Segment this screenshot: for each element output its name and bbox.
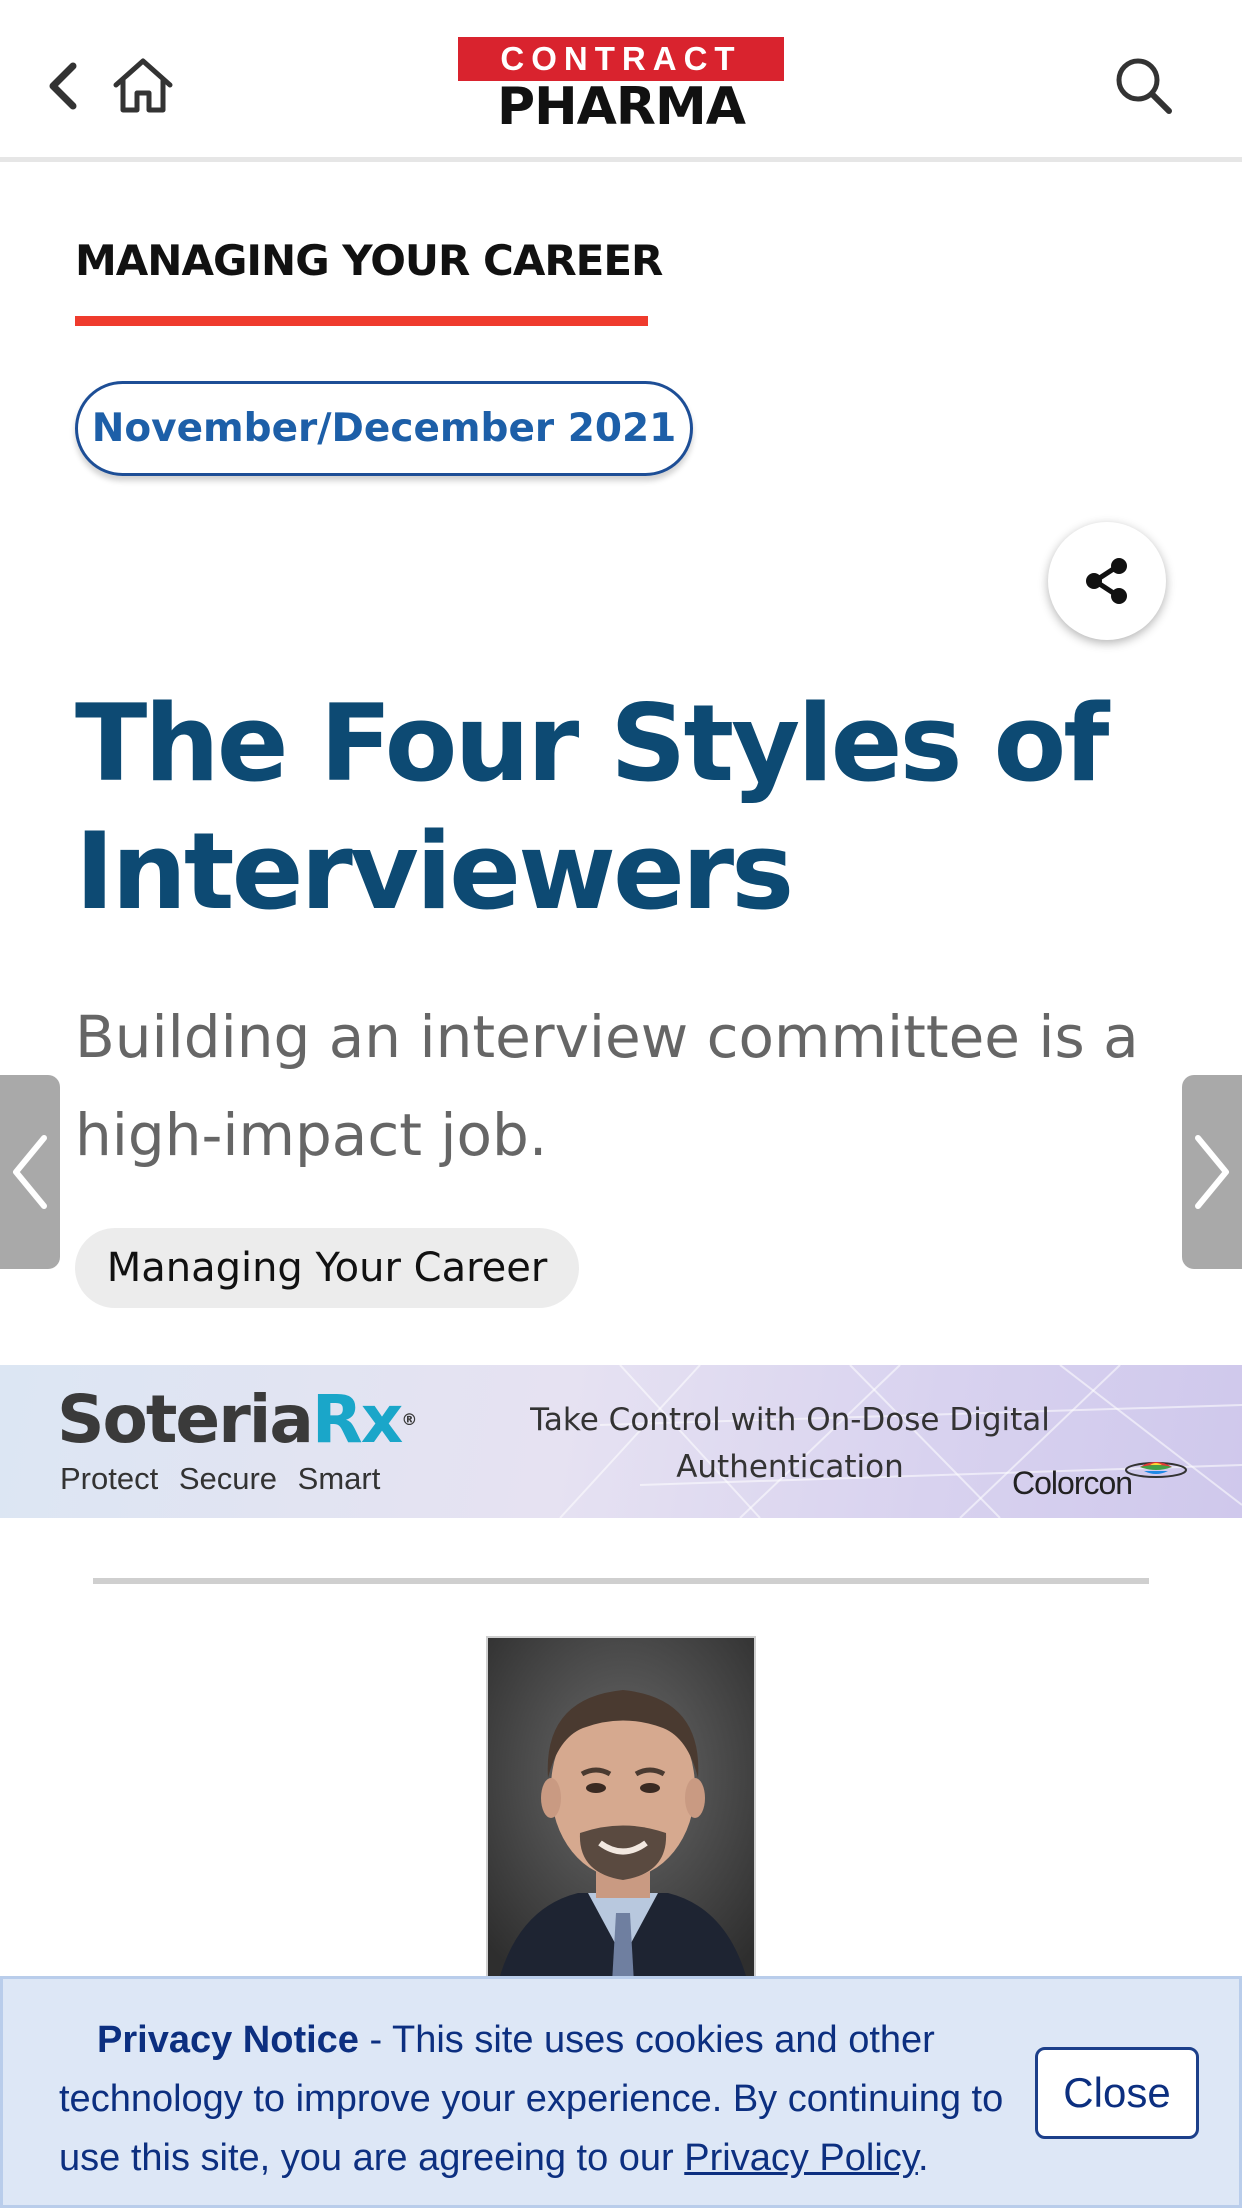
next-article-button[interactable] xyxy=(1182,1075,1242,1269)
chevron-left-icon xyxy=(49,62,77,110)
article-title: The Four Styles of Interviewers xyxy=(75,682,1109,933)
share-icon xyxy=(1086,558,1127,604)
share-button[interactable] xyxy=(1048,522,1166,640)
privacy-label: Privacy Notice xyxy=(97,2019,359,2061)
home-icon xyxy=(113,58,173,113)
back-button[interactable] xyxy=(38,54,88,118)
close-button[interactable]: Close xyxy=(1035,2047,1199,2139)
topic-tag[interactable]: Managing Your Career xyxy=(75,1228,579,1308)
site-logo[interactable]: CONTRACT PHARMA xyxy=(458,37,784,133)
previous-article-button[interactable] xyxy=(0,1075,60,1269)
issue-button[interactable]: November/December 2021 xyxy=(75,381,693,476)
section-underline xyxy=(75,316,648,326)
privacy-text: Privacy Notice - This site uses cookies … xyxy=(59,2019,1004,2179)
logo-top-text: CONTRACT xyxy=(458,37,784,81)
top-header: CONTRACT PHARMA xyxy=(0,0,1242,162)
ad-banner[interactable]: SoteriaRx® Protect Secure Smart Take Con… xyxy=(0,1365,1242,1518)
ad-tagline: Protect Secure Smart xyxy=(60,1461,381,1496)
chevron-left-icon xyxy=(13,1135,47,1209)
ad-headline: Take Control with On-Dose Digital Authen… xyxy=(530,1402,1050,1485)
home-button[interactable] xyxy=(108,50,178,120)
article-subtitle: Building an interview committee is a hig… xyxy=(75,1003,1139,1169)
author-photo xyxy=(486,1636,756,1981)
privacy-policy-link[interactable]: Privacy Policy xyxy=(684,2137,918,2179)
search-button[interactable] xyxy=(1108,50,1178,120)
content-divider xyxy=(93,1578,1149,1584)
colorcon-swirl-icon xyxy=(1125,1462,1187,1478)
ad-brand: SoteriaRx® xyxy=(57,1381,417,1458)
section-label[interactable]: MANAGING YOUR CAREER xyxy=(75,236,663,285)
chevron-right-icon xyxy=(1195,1135,1229,1209)
search-icon xyxy=(1116,58,1172,114)
privacy-notice: Privacy Notice - This site uses cookies … xyxy=(0,1976,1242,2208)
logo-bottom-text: PHARMA xyxy=(497,77,746,137)
ad-sponsor-logo: Colorcon xyxy=(1012,1465,1133,1501)
